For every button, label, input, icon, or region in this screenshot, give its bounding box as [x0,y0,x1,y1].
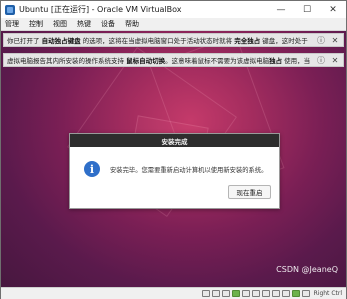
minimize-button[interactable]: — [268,1,294,18]
dialog-message: 安装完毕。您需要重新启动计算机以使用新安装的系统。 [110,167,268,174]
virtualbox-window: Ubuntu [正在运行] - Oracle VM VirtualBox — ☐… [0,0,347,299]
window-title: Ubuntu [正在运行] - Oracle VM VirtualBox [19,5,182,14]
notice-text: 虚拟电脑报告其内所安装的操作系统支持 鼠标自动切换。这意味着鼠标不需要为该虚拟电… [7,57,311,65]
hard-disk-icon[interactable] [201,290,210,297]
restart-now-button[interactable]: 现在重启 [228,185,271,199]
status-bar: Right Ctrl [1,287,346,299]
optical-drive-icon[interactable] [211,290,220,297]
menu-devices[interactable]: 设备 [96,19,120,29]
recording-icon[interactable] [271,290,280,297]
notice-text: 你已打开了 自动独占键盘 的选项，这将在当虚拟电脑窗口处于活动状态时就将 完全独… [7,37,308,45]
host-key-label: Right Ctrl [313,290,342,297]
usb-icon[interactable] [241,290,250,297]
menu-manage[interactable]: 管理 [1,19,24,29]
maximize-button[interactable]: ☐ [294,1,320,18]
notice-close-icon[interactable]: ✕ [329,54,341,66]
title-bar[interactable]: Ubuntu [正在运行] - Oracle VM VirtualBox — ☐… [1,1,346,18]
network-icon[interactable] [231,290,240,297]
notice-info-icon[interactable]: ⓘ [315,54,327,66]
dialog-title: 安装完成 [70,134,279,147]
menu-hotkey[interactable]: 热键 [72,19,96,29]
notice-info-icon[interactable]: ⓘ [315,34,327,46]
keyboard-capture-notice: 你已打开了 自动独占键盘 的选项，这将在当虚拟电脑窗口处于活动状态时就将 完全独… [3,33,344,47]
mouse-integration-notice: 虚拟电脑报告其内所安装的操作系统支持 鼠标自动切换。这意味着鼠标不需要为该虚拟电… [3,53,344,67]
install-complete-dialog: 安装完成 i 安装完毕。您需要重新启动计算机以使用新安装的系统。 现在重启 [69,133,280,209]
cpu-icon[interactable] [281,290,290,297]
notice-close-icon[interactable]: ✕ [329,34,341,46]
info-icon: i [84,161,100,177]
display-icon[interactable] [261,290,270,297]
keyboard-icon[interactable] [301,290,310,297]
menu-help[interactable]: 帮助 [120,19,144,29]
mouse-integration-icon[interactable] [291,290,300,297]
close-button[interactable]: ✕ [320,1,346,18]
menu-control[interactable]: 控制 [24,19,48,29]
shared-folders-icon[interactable] [251,290,260,297]
menu-view[interactable]: 视图 [48,19,72,29]
watermark: CSDN @JeaneQ [276,265,338,274]
guest-display[interactable]: 你已打开了 自动独占键盘 的选项，这将在当虚拟电脑窗口处于活动状态时就将 完全独… [1,31,346,287]
audio-icon[interactable] [221,290,230,297]
menu-bar: 管理 控制 视图 热键 设备 帮助 [1,18,346,31]
virtualbox-app-icon [5,4,15,15]
